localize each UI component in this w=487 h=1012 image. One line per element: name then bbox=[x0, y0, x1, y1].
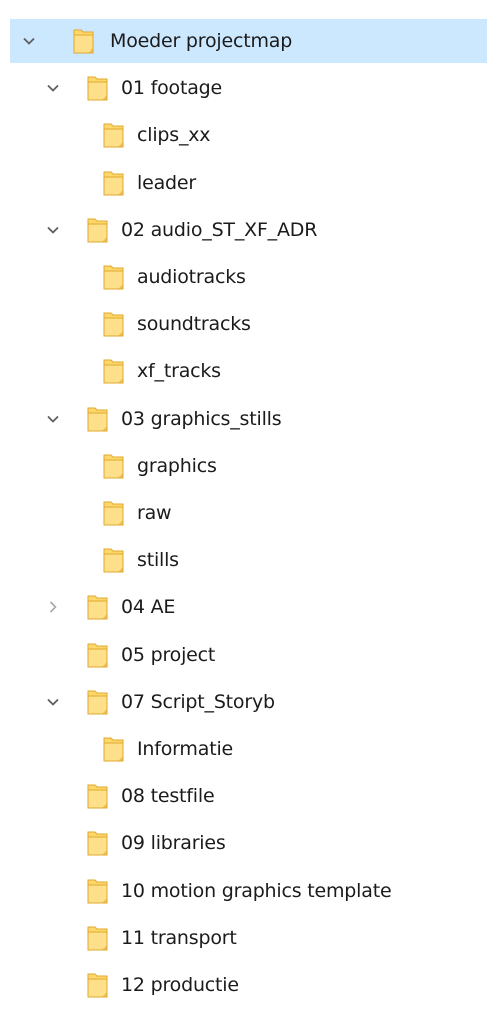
tree-item-label: leader bbox=[137, 172, 196, 194]
tree-item-08-testfile[interactable]: 08 testfile bbox=[0, 774, 487, 818]
folder-icon bbox=[86, 923, 110, 953]
tree-item-label: 05 project bbox=[121, 644, 216, 666]
folder-icon bbox=[86, 687, 110, 717]
tree-item-04-ae[interactable]: 04 AE bbox=[0, 585, 487, 629]
chevron-down-icon[interactable] bbox=[43, 692, 63, 712]
folder-icon bbox=[102, 545, 126, 575]
chevron-down-icon[interactable] bbox=[43, 78, 63, 98]
tree-item-label: soundtracks bbox=[137, 313, 251, 335]
chevron-down-icon[interactable] bbox=[43, 409, 63, 429]
folder-icon bbox=[102, 262, 126, 292]
folder-icon bbox=[86, 828, 110, 858]
folder-icon bbox=[86, 876, 110, 906]
tree-item-label: raw bbox=[137, 502, 172, 524]
tree-item-01-footage[interactable]: 01 footage bbox=[0, 66, 487, 110]
folder-icon bbox=[86, 970, 110, 1000]
folder-icon bbox=[86, 781, 110, 811]
tree-item-10-motion-graphics-template[interactable]: 10 motion graphics template bbox=[0, 869, 487, 913]
tree-item-label: clips_xx bbox=[137, 124, 211, 146]
chevron-down-icon[interactable] bbox=[19, 31, 39, 51]
folder-icon bbox=[72, 26, 96, 56]
tree-item-graphics[interactable]: graphics bbox=[0, 444, 487, 488]
folder-tree: Moeder projectmap 01 footage clips_xxleade… bbox=[0, 0, 487, 1012]
tree-item-raw[interactable]: raw bbox=[0, 491, 487, 535]
tree-item-label: 04 AE bbox=[121, 596, 176, 618]
tree-item-label: xf_tracks bbox=[137, 360, 221, 382]
folder-icon bbox=[86, 73, 110, 103]
tree-item-09-libraries[interactable]: 09 libraries bbox=[0, 821, 487, 865]
tree-item-label: stills bbox=[137, 549, 179, 571]
tree-item-label: 11 transport bbox=[121, 927, 237, 949]
tree-item-clips-xx[interactable]: clips_xx bbox=[0, 113, 487, 157]
folder-icon bbox=[86, 592, 110, 622]
folder-icon bbox=[102, 168, 126, 198]
folder-icon bbox=[102, 356, 126, 386]
tree-item-label: Moeder projectmap bbox=[110, 30, 293, 52]
folder-icon bbox=[86, 215, 110, 245]
tree-item-audiotracks[interactable]: audiotracks bbox=[0, 255, 487, 299]
folder-icon bbox=[86, 640, 110, 670]
folder-icon bbox=[102, 120, 126, 150]
tree-item-07-script-storyb[interactable]: 07 Script_Storyb bbox=[0, 680, 487, 724]
tree-item-02-audio-st-xf-adr[interactable]: 02 audio_ST_XF_ADR bbox=[0, 208, 487, 252]
tree-item-03-graphics-stills[interactable]: 03 graphics_stills bbox=[0, 397, 487, 441]
tree-item-label: 12 productie bbox=[121, 974, 239, 996]
tree-item-soundtracks[interactable]: soundtracks bbox=[0, 302, 487, 346]
folder-icon bbox=[102, 498, 126, 528]
tree-item-stills[interactable]: stills bbox=[0, 538, 487, 582]
folder-icon bbox=[102, 734, 126, 764]
tree-item-label: audiotracks bbox=[137, 266, 246, 288]
chevron-right-icon[interactable] bbox=[43, 597, 63, 617]
tree-item-informatie[interactable]: Informatie bbox=[0, 727, 487, 771]
tree-item-12-productie[interactable]: 12 productie bbox=[0, 963, 487, 1007]
tree-item-label: 08 testfile bbox=[121, 785, 215, 807]
folder-icon bbox=[86, 404, 110, 434]
folder-icon bbox=[102, 309, 126, 339]
folder-icon bbox=[102, 451, 126, 481]
tree-item-label: Informatie bbox=[137, 738, 234, 760]
tree-item-05-project[interactable]: 05 project bbox=[0, 633, 487, 677]
tree-item-xf-tracks[interactable]: xf_tracks bbox=[0, 349, 487, 393]
tree-item-leader[interactable]: leader bbox=[0, 161, 487, 205]
tree-item-label: 07 Script_Storyb bbox=[121, 691, 275, 713]
tree-item-label: 01 footage bbox=[121, 77, 222, 99]
tree-item-11-transport[interactable]: 11 transport bbox=[0, 916, 487, 960]
tree-item-moeder-projectmap[interactable]: Moeder projectmap bbox=[10, 19, 487, 63]
tree-item-label: 02 audio_ST_XF_ADR bbox=[121, 219, 318, 241]
tree-item-label: 09 libraries bbox=[121, 832, 226, 854]
chevron-down-icon[interactable] bbox=[43, 220, 63, 240]
tree-item-label: 10 motion graphics template bbox=[121, 880, 392, 902]
tree-item-label: 03 graphics_stills bbox=[121, 408, 282, 430]
tree-item-label: graphics bbox=[137, 455, 217, 477]
